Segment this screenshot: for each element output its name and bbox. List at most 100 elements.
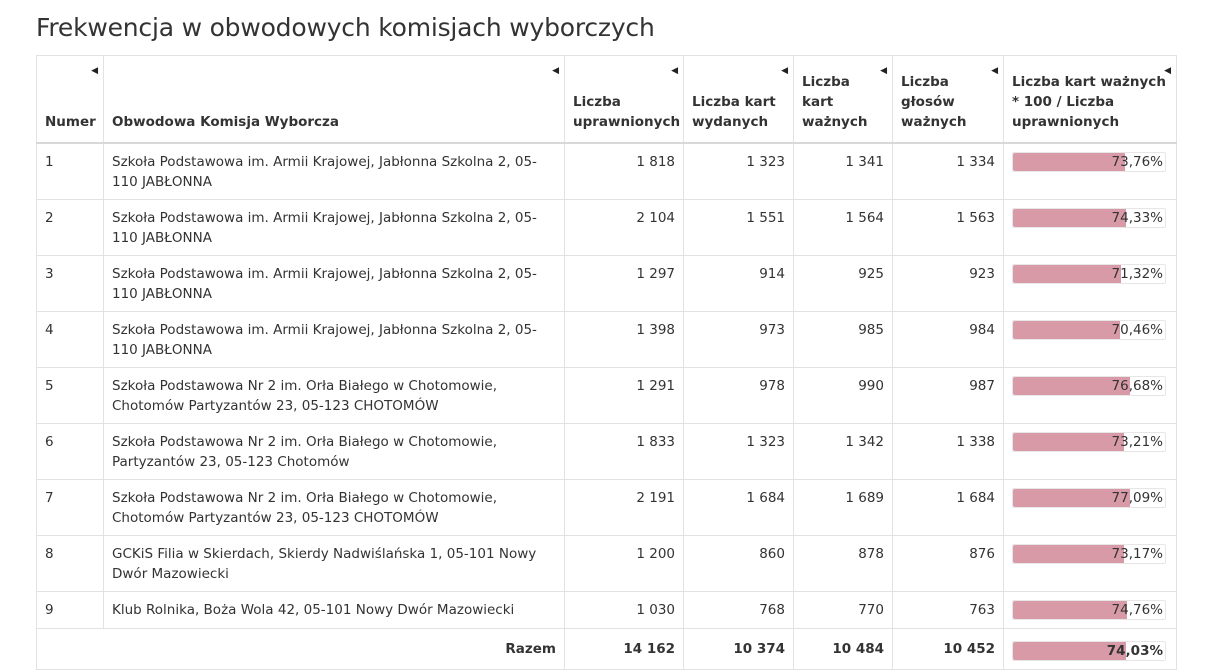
cell-komisja: Szkoła Podstawowa Nr 2 im. Orła Białego … <box>103 422 565 480</box>
page-title: Frekwencja w obwodowych komisjach wyborc… <box>36 13 655 42</box>
cell-komisja: Szkoła Podstawowa Nr 2 im. Orła Białego … <box>103 478 565 536</box>
total-uprawnionych: 14 162 <box>564 627 684 670</box>
cell-kart-waznych: 925 <box>793 254 893 312</box>
cell-kart-wydanych: 978 <box>683 366 794 424</box>
sort-icon[interactable]: ◀ <box>991 61 998 81</box>
cell-kart-waznych: 985 <box>793 310 893 368</box>
cell-uprawnionych: 1 291 <box>564 366 684 424</box>
turnout-bar-fill <box>1013 320 1121 339</box>
cell-numer: 1 <box>36 142 104 200</box>
table-row: 1 Szkoła Podstawowa im. Armii Krajowej, … <box>36 142 1177 200</box>
turnout-bar: 70,46% <box>1012 319 1166 340</box>
turnout-bar: 71,32% <box>1012 263 1166 284</box>
turnout-percent: 74,03% <box>1106 642 1163 659</box>
cell-kart-waznych: 1 341 <box>793 142 893 200</box>
sort-icon[interactable]: ◀ <box>91 61 98 81</box>
turnout-bar: 73,17% <box>1012 543 1166 564</box>
turnout-percent: 76,68% <box>1111 377 1163 394</box>
turnout-bar: 74,76% <box>1012 599 1166 620</box>
total-frekwencja: 74,03% <box>1003 627 1177 670</box>
cell-uprawnionych: 1 200 <box>564 534 684 592</box>
cell-uprawnionych: 2 104 <box>564 198 684 256</box>
turnout-bar: 73,76% <box>1012 152 1166 172</box>
cell-frekwencja: 71,32% <box>1003 254 1177 312</box>
table-row: 8 GCKiS Filia w Skierdach, Skierdy Nadwi… <box>36 534 1177 592</box>
table-row: 5 Szkoła Podstawowa Nr 2 im. Orła Białeg… <box>36 366 1177 424</box>
turnout-bar: 77,09% <box>1012 487 1166 508</box>
sort-icon[interactable]: ◀ <box>1164 61 1171 81</box>
cell-frekwencja: 73,17% <box>1003 534 1177 592</box>
cell-kart-wydanych: 1 684 <box>683 478 794 536</box>
cell-frekwencja: 73,21% <box>1003 422 1177 480</box>
sort-icon[interactable]: ◀ <box>880 61 887 81</box>
cell-numer: 2 <box>36 198 104 256</box>
column-header-kart-wydanych[interactable]: Liczba kart wydanych ◀ <box>683 55 794 144</box>
turnout-percent: 77,09% <box>1111 489 1163 506</box>
total-kart-waznych: 10 484 <box>793 627 893 670</box>
turnout-percent: 71,32% <box>1111 265 1163 282</box>
cell-glosow-waznych: 984 <box>892 310 1004 368</box>
cell-numer: 3 <box>36 254 104 312</box>
cell-frekwencja: 76,68% <box>1003 366 1177 424</box>
column-header-frekwencja[interactable]: Liczba kart ważnych * 100 / Liczba upraw… <box>1003 55 1177 144</box>
turnout-percent: 73,17% <box>1111 545 1163 562</box>
table-row: 7 Szkoła Podstawowa Nr 2 im. Orła Białeg… <box>36 478 1177 536</box>
turnout-percent: 70,46% <box>1111 321 1163 338</box>
cell-glosow-waznych: 1 334 <box>892 142 1004 200</box>
cell-komisja: Szkoła Podstawowa Nr 2 im. Orła Białego … <box>103 366 565 424</box>
sort-icon[interactable]: ◀ <box>671 61 678 81</box>
sort-icon[interactable]: ◀ <box>552 61 559 81</box>
total-glosow-waznych: 10 452 <box>892 627 1004 670</box>
cell-kart-waznych: 990 <box>793 366 893 424</box>
cell-kart-wydanych: 914 <box>683 254 794 312</box>
cell-frekwencja: 77,09% <box>1003 478 1177 536</box>
cell-frekwencja: 73,76% <box>1003 142 1177 200</box>
cell-kart-waznych: 878 <box>793 534 893 592</box>
turnout-percent: 74,76% <box>1111 601 1163 618</box>
cell-numer: 7 <box>36 478 104 536</box>
turnout-bar: 73,21% <box>1012 431 1166 452</box>
turnout-bar: 74,33% <box>1012 207 1166 228</box>
cell-komisja: Szkoła Podstawowa im. Armii Krajowej, Ja… <box>103 310 565 368</box>
cell-glosow-waznych: 923 <box>892 254 1004 312</box>
page: Frekwencja w obwodowych komisjach wyborc… <box>0 0 1215 670</box>
turnout-percent: 73,21% <box>1111 433 1163 450</box>
turnout-bar-fill <box>1013 600 1127 619</box>
cell-uprawnionych: 2 191 <box>564 478 684 536</box>
turnout-percent: 74,33% <box>1111 209 1163 226</box>
cell-glosow-waznych: 1 338 <box>892 422 1004 480</box>
total-kart-wydanych: 10 374 <box>683 627 794 670</box>
cell-glosow-waznych: 987 <box>892 366 1004 424</box>
cell-glosow-waznych: 876 <box>892 534 1004 592</box>
column-header-kart-waznych[interactable]: Liczba kart ważnych ◀ <box>793 55 893 144</box>
cell-frekwencja: 74,33% <box>1003 198 1177 256</box>
cell-kart-wydanych: 768 <box>683 590 794 629</box>
column-header-uprawnionych[interactable]: Liczba uprawnionych ◀ <box>564 55 684 144</box>
turnout-bar: 74,03% <box>1012 640 1166 661</box>
column-header-glosow-waznych[interactable]: Liczba głosów ważnych ◀ <box>892 55 1004 144</box>
cell-frekwencja: 70,46% <box>1003 310 1177 368</box>
cell-kart-wydanych: 1 323 <box>683 422 794 480</box>
cell-kart-waznych: 770 <box>793 590 893 629</box>
cell-uprawnionych: 1 030 <box>564 590 684 629</box>
cell-komisja: GCKiS Filia w Skierdach, Skierdy Nadwiśl… <box>103 534 565 592</box>
sort-icon[interactable]: ◀ <box>781 61 788 81</box>
table-row: 2 Szkoła Podstawowa im. Armii Krajowej, … <box>36 198 1177 256</box>
table-row: 6 Szkoła Podstawowa Nr 2 im. Orła Białeg… <box>36 422 1177 480</box>
turnout-bar-fill <box>1013 153 1126 171</box>
cell-numer: 8 <box>36 534 104 592</box>
header-row: Numer ◀ Obwodowa Komisja Wyborcza ◀ Liczba… <box>36 55 1177 144</box>
column-header-numer[interactable]: Numer ◀ <box>36 55 104 144</box>
cell-numer: 6 <box>36 422 104 480</box>
cell-numer: 5 <box>36 366 104 424</box>
column-header-komisja[interactable]: Obwodowa Komisja Wyborcza ◀ <box>103 55 565 144</box>
cell-frekwencja: 74,76% <box>1003 590 1177 629</box>
cell-uprawnionych: 1 818 <box>564 142 684 200</box>
cell-numer: 9 <box>36 590 104 629</box>
table-row: 3 Szkoła Podstawowa im. Armii Krajowej, … <box>36 254 1177 312</box>
cell-numer: 4 <box>36 310 104 368</box>
cell-glosow-waznych: 1 563 <box>892 198 1004 256</box>
table-row: 9 Klub Rolnika, Boża Wola 42, 05-101 Now… <box>36 590 1177 629</box>
cell-kart-wydanych: 860 <box>683 534 794 592</box>
cell-kart-wydanych: 973 <box>683 310 794 368</box>
